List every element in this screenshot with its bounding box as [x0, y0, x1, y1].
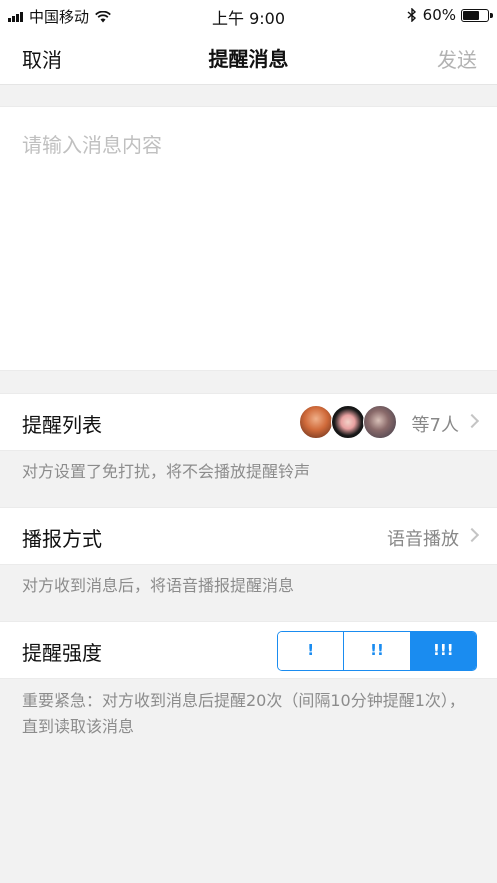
intensity-option-medium[interactable]: !!	[343, 632, 410, 670]
avatar	[363, 405, 397, 439]
message-area	[0, 106, 497, 371]
recipients-label: 提醒列表	[22, 413, 102, 437]
avatar	[331, 405, 365, 439]
intensity-label: 提醒强度	[22, 641, 102, 665]
battery-percent: 60%	[422, 6, 456, 24]
recipients-hint: 对方设置了免打扰，将不会播放提醒铃声	[22, 462, 311, 481]
message-input[interactable]	[0, 107, 497, 370]
chevron-right-icon	[464, 413, 480, 429]
avatar	[299, 405, 333, 439]
status-right: 60%	[407, 6, 493, 24]
intensity-row: 提醒强度 ! !! !!!	[0, 621, 497, 679]
bluetooth-icon	[407, 8, 416, 22]
send-button[interactable]: 发送	[437, 44, 477, 73]
intensity-hint: 重要紧急：对方收到消息后提醒20次（间隔10分钟提醒1次），直到读取该消息	[22, 691, 465, 736]
intensity-selector: ! !! !!!	[277, 631, 477, 671]
chevron-right-icon	[464, 527, 480, 543]
page-title: 提醒消息	[208, 47, 289, 71]
status-bar: 中国移动 上午 9:00 60%	[0, 0, 497, 30]
broadcast-label: 播报方式	[22, 527, 102, 551]
intensity-option-low[interactable]: !	[278, 632, 344, 670]
navigation-bar: 取消 提醒消息 发送	[0, 30, 497, 85]
intensity-option-high[interactable]: !!!	[409, 632, 476, 670]
battery-icon	[461, 8, 493, 22]
recipient-avatars	[299, 405, 397, 439]
recipients-row[interactable]: 提醒列表 等7人	[0, 393, 497, 451]
recipients-count: 等7人	[411, 415, 459, 436]
broadcast-row[interactable]: 播报方式 语音播放	[0, 507, 497, 565]
broadcast-hint: 对方收到消息后，将语音播报提醒消息	[22, 576, 295, 595]
broadcast-value: 语音播放	[387, 529, 459, 550]
